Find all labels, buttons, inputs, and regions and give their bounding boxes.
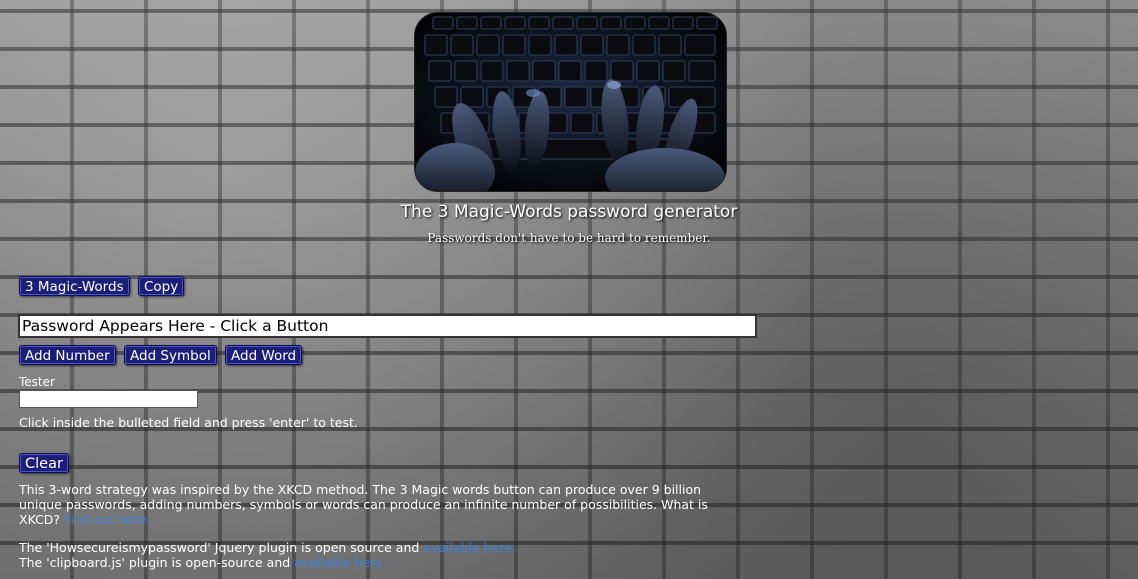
clear-button[interactable]: Clear <box>19 453 69 473</box>
xkcd-link[interactable]: Find out here. <box>64 512 150 527</box>
copy-button[interactable]: Copy <box>138 276 185 296</box>
plugin-line-2-text: The 'clipboard.js' plugin is open-source… <box>19 555 295 570</box>
tester-hint: Click inside the bulleted field and pres… <box>19 415 358 430</box>
info-paragraph: This 3-word strategy was inspired by the… <box>19 482 739 527</box>
plugin-line-2: The 'clipboard.js' plugin is open-source… <box>19 555 739 570</box>
keyboard-illustration <box>415 13 726 191</box>
tester-input[interactable] <box>19 390 198 408</box>
plugin-line-1: The 'Howsecureismypassword' Jquery plugi… <box>19 540 739 555</box>
add-symbol-button[interactable]: Add Symbol <box>124 345 217 365</box>
page-subtitle: Passwords don't have to be hard to remem… <box>427 231 711 245</box>
magic-words-button[interactable]: 3 Magic-Words <box>19 276 130 296</box>
plugin-paragraph: The 'Howsecureismypassword' Jquery plugi… <box>19 540 739 570</box>
password-output-field[interactable]: Password Appears Here - Click a Button <box>18 314 757 338</box>
plugin-line-1-text: The 'Howsecureismypassword' Jquery plugi… <box>19 540 424 555</box>
hero-keyboard-image <box>414 12 727 192</box>
add-word-button[interactable]: Add Word <box>225 345 303 365</box>
tester-label: Tester <box>19 375 55 389</box>
howsecure-link[interactable]: available here. <box>423 540 516 555</box>
add-number-button[interactable]: Add Number <box>19 345 116 365</box>
clipboard-link[interactable]: available here. <box>294 555 387 570</box>
page-title: The 3 Magic-Words password generator <box>400 202 738 222</box>
